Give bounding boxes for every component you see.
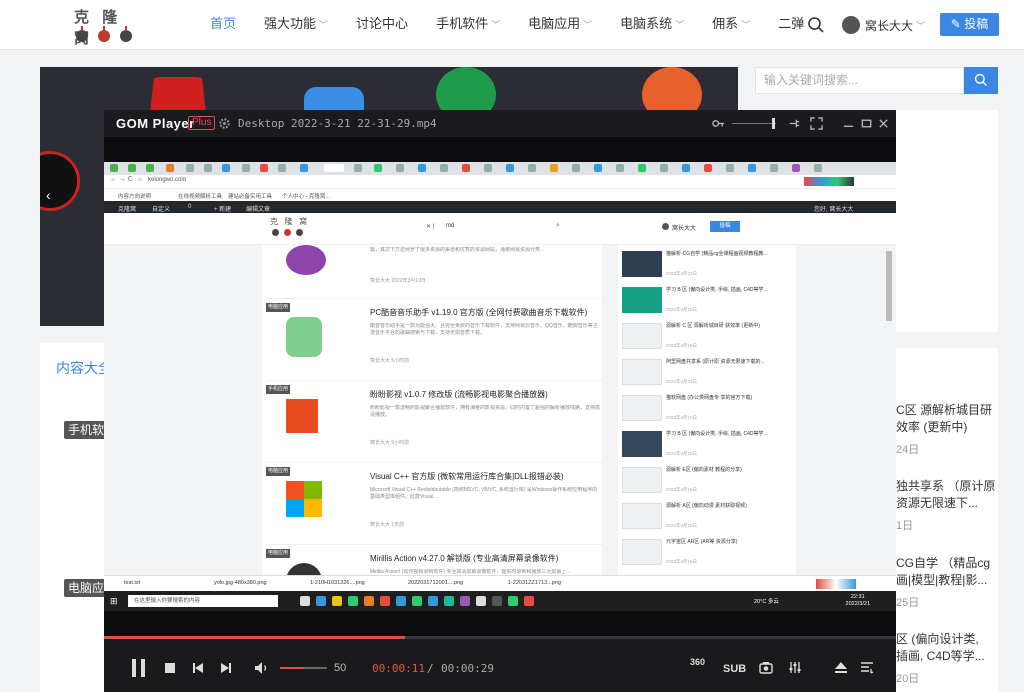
player-logo: GOM Player <box>116 116 195 131</box>
opacity-slider-handle[interactable] <box>772 118 775 129</box>
volume-slider[interactable] <box>280 667 327 669</box>
nav-pc-apps[interactable]: 电脑应用 ﹀ <box>528 0 592 50</box>
video-article-list: 篇，其次下方还网罗了很多资源的渠道和优秀的资源网站，海量网易资源分类... 窝长… <box>262 245 602 599</box>
nav-mobile-software[interactable]: 手机软件 ﹀ <box>436 0 500 50</box>
chevron-down-icon: ﹀ <box>583 20 593 30</box>
video-browser-urlbar: ← → C ⌂ kelongwo.com <box>104 175 896 189</box>
minimize-icon[interactable] <box>842 117 855 130</box>
total-time: 00:00:29 <box>441 662 494 675</box>
player-titlebar[interactable]: GOM Player Plus Desktop 2022-3-21 22-31-… <box>104 110 896 137</box>
nav-pc-systems[interactable]: 电脑系统 ﹀ <box>620 0 684 50</box>
video-taskbar: ⊞ 在这里输入你要搜索的内容 20°C 多云 22:31 2022/3/21 <box>104 591 896 611</box>
sidebar-item-title[interactable]: 画|模型|教程|影... <box>896 571 987 589</box>
pin-icon[interactable] <box>788 117 801 130</box>
camera-icon[interactable] <box>759 661 773 674</box>
sidebar-item-title[interactable]: 独共享系 （原计原 <box>896 477 995 495</box>
playlist-icon[interactable] <box>860 661 874 674</box>
bomb-icon <box>120 26 132 42</box>
post-button-label: 投稿 <box>964 17 989 31</box>
list-item: 手机应用 盼盼影视 v1.0.7 修改版 (流畅影视电影聚合播放器) 盼盼影视一… <box>266 381 602 463</box>
close-icon[interactable] <box>877 117 890 130</box>
video-frame[interactable]: ← → C ⌂ kelongwo.com 内容方向说明 在线视频解析工具 建站必… <box>104 162 896 611</box>
sidebar-item-title[interactable]: 效率 (更新中) <box>896 418 967 436</box>
equalizer-icon[interactable] <box>788 661 802 674</box>
search-icon <box>974 73 987 86</box>
sidebar-item-date: 25日 <box>896 597 920 609</box>
video-admin-bar: 克隆窝 自定义 0 + 新建 编辑文章 您好, 窝长大大 <box>104 201 896 213</box>
stop-button[interactable] <box>165 663 175 673</box>
list-item: 电脑应用 PC酷音音乐助手 v1.19.0 官方版 (全网付费歌曲音乐下载软件)… <box>266 299 602 381</box>
sidebar-item-title[interactable]: CG自学 （精品cg <box>896 554 990 572</box>
nav-more[interactable]: 佣系 ﹀ <box>712 0 750 50</box>
search-icon[interactable] <box>807 16 825 34</box>
site-logo[interactable]: 克 隆 窝 <box>66 4 146 47</box>
sidebar-item-title[interactable]: C区 源解析城目研 <box>896 401 992 419</box>
maximize-icon[interactable] <box>860 117 873 130</box>
nav-home[interactable]: 首页 <box>210 0 236 50</box>
volume-icon[interactable] <box>254 661 270 675</box>
video-bookmarks-bar: 内容方向说明 在线视频解析工具 建站必备实用工具 个人中心 - 克隆窝... <box>104 189 896 201</box>
video-browser-tabstrip <box>104 162 896 175</box>
time-separator: / <box>427 662 434 675</box>
sidebar-item-date: 24日 <box>896 444 920 456</box>
site-logo-text: 克 隆 窝 <box>74 8 122 47</box>
nav-features[interactable]: 强大功能 ﹀ <box>264 0 328 50</box>
site-header: 克 隆 窝 首页 强大功能﹀ 讨论中心 手机软件﹀ 电脑应用﹀ 电脑系统﹀ 佣系… <box>0 0 1024 50</box>
video-download-bar: test.txt yolo.jpg-480x380.png 1-210H1031… <box>104 575 896 591</box>
360-vr-button[interactable]: 360 <box>690 657 705 667</box>
avatar <box>842 16 860 34</box>
nav-second[interactable]: 二弹 <box>778 0 804 50</box>
next-icon[interactable] <box>220 662 232 674</box>
sidebar-item-date: 1日 <box>896 520 914 532</box>
user-menu[interactable]: 窝长大大 ﹀ <box>842 13 925 37</box>
video-site-main: 篇，其次下方还网罗了很多资源的渠道和优秀的资源网站，海量网易资源分类... 窝长… <box>104 245 896 599</box>
key-icon[interactable] <box>712 117 725 130</box>
post-button[interactable]: ✎ 投稿 <box>940 13 999 36</box>
chevron-down-icon: ﹀ <box>675 20 685 30</box>
main-nav: 首页 强大功能 ﹀ 讨论中心 手机软件 ﹀ 电脑应用 ﹀ 电脑系统 ﹀ 佣系 ﹀ 二弹 <box>210 0 832 50</box>
edit-icon: ✎ <box>950 17 965 31</box>
sidebar-item-title[interactable]: 插画, C4D等学... <box>896 647 985 665</box>
gom-player-window: GOM Player Plus Desktop 2022-3-21 22-31-… <box>104 110 896 692</box>
plus-badge: Plus <box>188 116 216 130</box>
eject-icon[interactable] <box>834 661 848 674</box>
sidebar-item-title[interactable]: 资源无限速下... <box>896 494 978 512</box>
gear-icon[interactable] <box>218 117 231 130</box>
site-search-input[interactable]: 输入关键词搜索... <box>755 67 964 94</box>
player-controls: 50 00:00:11 / 00:00:29 360 SUB <box>104 639 896 692</box>
file-title: Desktop 2022-3-21 22-31-29.mp4 <box>238 117 437 130</box>
chevron-down-icon: ﹀ <box>741 20 751 30</box>
site-search-button[interactable] <box>964 67 998 94</box>
sidebar-item-title[interactable]: 区 (偏向设计类, <box>896 630 979 648</box>
nav-forum[interactable]: 讨论中心 <box>356 0 408 50</box>
video-sidebar: 猫解析-CG自学 (精品cg全课程画视频教程教... 2022年3月22日 学习 … <box>618 245 796 575</box>
volume-value: 50 <box>334 662 347 674</box>
volume-slider-fill <box>280 667 304 669</box>
pause-button[interactable] <box>132 659 146 677</box>
list-item: 篇，其次下方还网罗了很多资源的渠道和优秀的资源网站，海量网易资源分类... 窝长… <box>266 217 602 299</box>
chevron-down-icon: ﹀ <box>319 20 329 30</box>
current-time: 00:00:11 <box>372 662 425 675</box>
list-item: 电脑应用 Visual C++ 官方版 (微软常用运行库合集|DLL报错必装) … <box>266 463 602 545</box>
previous-icon[interactable] <box>192 662 204 674</box>
fullscreen-icon[interactable] <box>810 117 823 130</box>
opacity-slider[interactable] <box>732 123 776 124</box>
subtitle-button[interactable]: SUB <box>723 663 746 675</box>
chevron-down-icon: ﹀ <box>916 20 926 31</box>
bomb-icon <box>98 26 110 42</box>
bomb-icon <box>76 26 88 42</box>
carousel-prev-icon[interactable]: ‹ <box>46 187 51 203</box>
video-url: kelongwo.com <box>148 177 187 183</box>
sidebar-item-date: 20日 <box>896 673 920 685</box>
chevron-down-icon: ﹀ <box>491 20 501 30</box>
username: 窝长大大 <box>865 18 914 33</box>
